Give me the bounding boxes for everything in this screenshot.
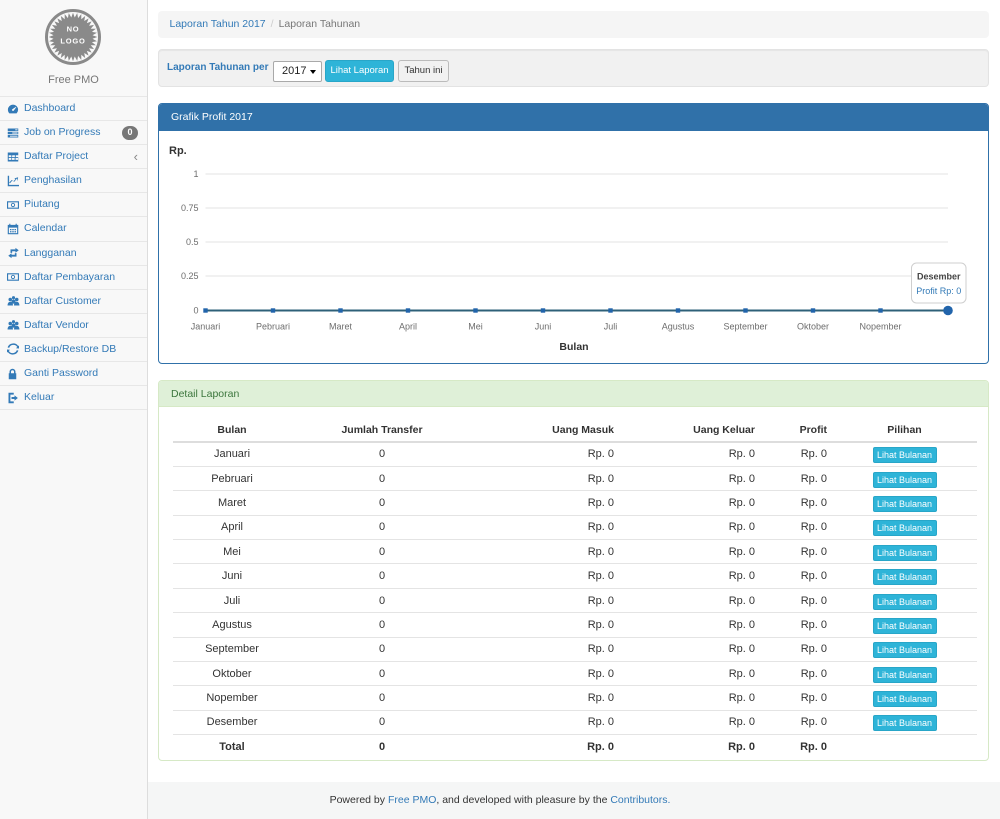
svg-text:0.5: 0.5	[186, 237, 199, 247]
svg-text:Maret: Maret	[329, 322, 353, 332]
svg-text:Mei: Mei	[468, 322, 483, 332]
svg-text:Rp.: Rp.	[169, 145, 187, 157]
svg-text:Profit Rp: 0: Profit Rp: 0	[916, 286, 961, 296]
svg-text:Agustus: Agustus	[662, 322, 695, 332]
svg-text:Nopember: Nopember	[859, 322, 901, 332]
svg-text:0.75: 0.75	[181, 203, 199, 213]
svg-text:April: April	[399, 322, 417, 332]
svg-text:Desember: Desember	[917, 272, 961, 282]
svg-text:LOGO: LOGO	[60, 37, 85, 46]
svg-text:Juni: Juni	[535, 322, 552, 332]
svg-text:1: 1	[193, 169, 198, 179]
svg-text:Bulan: Bulan	[559, 341, 588, 353]
svg-text:0.25: 0.25	[181, 271, 199, 281]
svg-text:Januari: Januari	[191, 322, 221, 332]
svg-text:Pebruari: Pebruari	[256, 322, 290, 332]
svg-text:September: September	[723, 322, 767, 332]
svg-text:Juli: Juli	[604, 322, 618, 332]
svg-text:Oktober: Oktober	[797, 322, 829, 332]
svg-text:0: 0	[193, 306, 198, 316]
svg-text:NO: NO	[67, 25, 80, 34]
